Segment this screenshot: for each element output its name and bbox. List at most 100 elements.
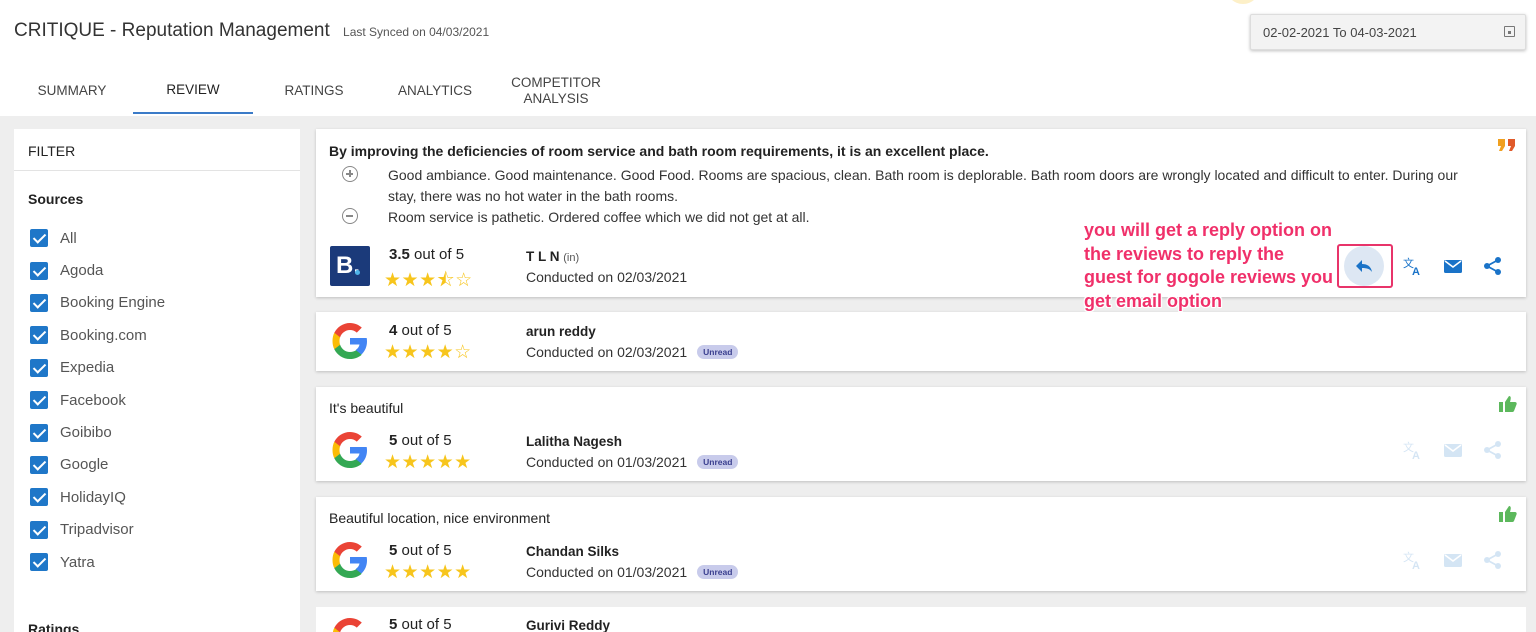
review-card[interactable]: 5 out of 5 Gurivi Reddy — [316, 607, 1526, 632]
checkbox[interactable] — [30, 553, 48, 572]
checkbox[interactable] — [30, 326, 48, 345]
score-value: 4 — [389, 322, 398, 339]
review-title: By improving the deficiencies of room se… — [329, 143, 989, 159]
review-card[interactable]: It's beautiful 5 out of 5 ★★★★★ Lalitha … — [316, 387, 1526, 481]
checkbox[interactable] — [30, 358, 48, 377]
email-button[interactable] — [1442, 549, 1464, 571]
checkbox[interactable] — [30, 423, 48, 442]
source-filter-google[interactable]: Google — [30, 449, 165, 481]
email-icon — [1444, 554, 1462, 567]
share-button[interactable] — [1482, 255, 1504, 277]
score-suffix: out of 5 — [401, 322, 452, 339]
reviewer-name: Chandan Silks — [526, 544, 620, 559]
sources-heading: Sources — [28, 191, 84, 207]
review-title: It's beautiful — [329, 400, 404, 416]
tab-competitor-analysis[interactable]: COMPETITOR ANALYSIS — [496, 68, 616, 114]
share-button[interactable] — [1482, 549, 1504, 571]
source-filter-goibibo[interactable]: Goibibo — [30, 416, 165, 448]
review-date-block: Conducted on 01/03/2021 Unread — [526, 454, 739, 470]
source-filter-tripadvisor[interactable]: Tripadvisor — [30, 514, 165, 546]
unread-badge: Unread — [697, 455, 739, 469]
email-button[interactable] — [1442, 439, 1464, 461]
thumbs-up-icon — [1498, 505, 1518, 528]
source-filter-booking-com[interactable]: Booking.com — [30, 319, 165, 351]
share-icon — [1484, 257, 1501, 275]
review-actions: 文A — [1384, 549, 1504, 572]
source-filter-agoda[interactable]: Agoda — [30, 254, 165, 286]
tab-ratings[interactable]: RATINGS — [254, 68, 374, 114]
rating-score: 4 out of 5 — [389, 322, 452, 339]
svg-text:A: A — [1412, 560, 1420, 571]
review-actions: 文A — [1384, 439, 1504, 462]
checkbox[interactable] — [30, 488, 48, 507]
google-logo — [330, 430, 370, 470]
highlight-box — [1337, 244, 1393, 288]
calendar-icon[interactable] — [1504, 26, 1515, 37]
google-logo — [330, 321, 370, 361]
review-title: Beautiful location, nice environment — [329, 510, 551, 526]
source-filter-holidayiq[interactable]: HolidayIQ — [30, 481, 165, 513]
source-filter-all[interactable]: All — [30, 222, 165, 254]
decorative-shape — [1226, 0, 1260, 4]
source-filter-facebook[interactable]: Facebook — [30, 384, 165, 416]
translate-button[interactable]: 文A — [1402, 439, 1424, 462]
translate-button[interactable]: 文A — [1402, 549, 1424, 572]
source-filter-yatra[interactable]: Yatra — [30, 546, 165, 578]
source-label: Expedia — [60, 359, 115, 377]
tab-analytics[interactable]: ANALYTICS — [375, 68, 495, 114]
review-date-block: Conducted on 01/03/2021 Unread — [526, 564, 739, 580]
annotation-note: you will get a reply option on the revie… — [1084, 220, 1334, 311]
translate-icon: 文A — [1403, 256, 1420, 278]
reviewer-name: Lalitha Nagesh — [526, 434, 623, 449]
source-filter-expedia[interactable]: Expedia — [30, 352, 165, 384]
source-label: Tripadvisor — [60, 521, 134, 539]
review-card[interactable]: 4 out of 5 ★★★★☆ arun reddy Conducted on… — [316, 312, 1526, 371]
source-label: Booking Engine — [60, 294, 166, 312]
translate-button[interactable]: 文A — [1402, 255, 1424, 278]
share-button[interactable] — [1482, 439, 1504, 461]
logo-letter: B. — [336, 252, 360, 279]
source-filter-booking-engine[interactable]: Booking Engine — [30, 287, 165, 319]
share-icon — [1484, 551, 1501, 569]
reviewer-name: Gurivi Reddy — [526, 618, 611, 632]
reviewer-name: T L N — [526, 249, 560, 264]
email-icon — [1444, 260, 1462, 273]
checkbox[interactable] — [30, 520, 48, 539]
email-button[interactable] — [1442, 255, 1464, 277]
date-range-value: 02-02-2021 To 04-03-2021 — [1263, 25, 1417, 40]
review-card[interactable]: Beautiful location, nice environment 5 o… — [316, 497, 1526, 591]
star-rating: ★★★⯪☆ — [384, 270, 473, 291]
score-suffix: out of 5 — [401, 616, 452, 632]
translate-icon: 文A — [1403, 550, 1420, 572]
svg-text:A: A — [1412, 266, 1420, 277]
page-title: CRITIQUE - Reputation Management Last Sy… — [14, 20, 489, 42]
svg-text:A: A — [1412, 450, 1420, 461]
rating-score: 5 out of 5 — [389, 616, 452, 632]
score-value: 5 — [389, 432, 398, 449]
reviewer-name-block: T L N (in) — [526, 249, 579, 264]
email-icon — [1444, 444, 1462, 457]
tab-summary[interactable]: SUMMARY — [12, 68, 132, 114]
checkbox[interactable] — [30, 261, 48, 280]
google-logo — [330, 540, 370, 580]
filter-title: FILTER — [14, 129, 300, 171]
star-rating: ★★★★★ — [384, 562, 472, 583]
score-value: 5 — [389, 542, 398, 559]
checkbox[interactable] — [30, 293, 48, 312]
checkbox[interactable] — [30, 455, 48, 474]
tab-review[interactable]: REVIEW — [133, 68, 253, 114]
date-range-picker[interactable]: 02-02-2021 To 04-03-2021 — [1250, 14, 1526, 50]
last-synced-label: Last Synced on 04/03/2021 — [343, 25, 490, 39]
rating-score: 3.5 out of 5 — [389, 246, 464, 263]
sources-list: All Agoda Booking Engine Booking.com Exp… — [30, 222, 165, 578]
checkbox[interactable] — [30, 391, 48, 410]
thumbs-up-icon — [1498, 395, 1518, 418]
rating-score: 5 out of 5 — [389, 542, 452, 559]
app-header: CRITIQUE - Reputation Management Last Sy… — [0, 0, 1536, 128]
checkbox[interactable] — [30, 229, 48, 248]
review-date: Conducted on 01/03/2021 — [526, 564, 688, 580]
unread-badge: Unread — [697, 565, 739, 579]
reviewer-country: (in) — [563, 252, 580, 264]
mixed-sentiment-icon — [1496, 137, 1518, 158]
filter-panel: FILTER Sources All Agoda Booking Engine … — [14, 129, 300, 632]
